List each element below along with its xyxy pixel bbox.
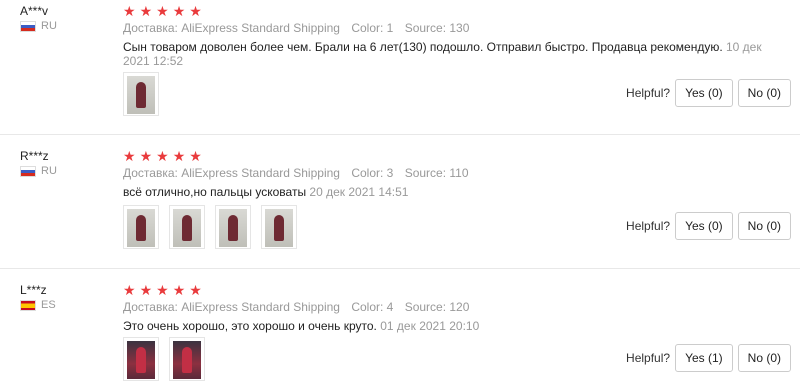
helpful-yes-button[interactable]: Yes (0) [675, 212, 733, 240]
star-icon: ★ [156, 148, 169, 164]
reviewer-name: A***v [20, 4, 49, 18]
star-icon: ★ [189, 148, 202, 164]
country-code: RU [41, 165, 57, 177]
star-icon: ★ [172, 3, 186, 19]
helpful-no-button[interactable]: No (0) [737, 344, 791, 372]
helpful-label: Helpful? [626, 219, 671, 233]
review-text-block: Это очень хорошо, это хорошо и очень кру… [123, 319, 788, 333]
reviewer-info: L***z ES [20, 283, 56, 312]
star-icon: ★ [189, 3, 202, 19]
helpful-label: Helpful? [626, 86, 671, 100]
star-icon: ★ [123, 282, 136, 298]
review-text: всё отлично,но пальцы усковаты [123, 185, 307, 199]
reviewer-info: R***z RU [20, 149, 57, 178]
star-icon: ★ [156, 282, 169, 298]
review-photo[interactable] [123, 72, 159, 116]
product-source: Source: 110 [404, 166, 469, 180]
review-meta: Доставка: AliExpress Standard Shipping C… [123, 166, 477, 180]
star-icon: ★ [172, 148, 186, 164]
review-photo[interactable] [123, 205, 159, 249]
review-item: R***z RU ★ ★ ★ ★ ★ Доставка: AliExpress Stan… [0, 134, 800, 268]
shipping-method: Доставка: AliExpress Standard Shipping [123, 166, 340, 180]
country-flag-icon [20, 166, 36, 177]
reviewer-country: ES [20, 299, 56, 312]
star-rating: ★ ★ ★ ★ ★ [123, 4, 202, 18]
country-flag-icon [20, 300, 36, 311]
review-photo[interactable] [261, 205, 297, 249]
review-photos [123, 72, 159, 116]
review-date: 01 дек 2021 20:10 [380, 319, 480, 333]
reviewer-name: R***z [20, 149, 49, 163]
review-item: L***z ES ★ ★ ★ ★ ★ Доставка: AliExpress Stan… [0, 268, 800, 381]
star-icon: ★ [139, 3, 153, 19]
country-code: ES [41, 299, 56, 311]
star-rating: ★ ★ ★ ★ ★ [123, 283, 202, 297]
review-photo[interactable] [169, 337, 205, 381]
review-photos [123, 337, 205, 381]
helpful-no-button[interactable]: No (0) [737, 212, 791, 240]
review-date: 20 дек 2021 14:51 [309, 185, 409, 199]
review-text: Это очень хорошо, это хорошо и очень кру… [123, 319, 377, 333]
product-color: Color: 3 [351, 166, 394, 180]
star-icon: ★ [139, 148, 153, 164]
review-meta: Доставка: AliExpress Standard Shipping C… [123, 21, 477, 35]
helpful-yes-button[interactable]: Yes (1) [675, 344, 733, 372]
star-icon: ★ [139, 282, 153, 298]
product-source: Source: 130 [404, 21, 470, 35]
shipping-method: Доставка: AliExpress Standard Shipping [123, 21, 340, 35]
star-icon: ★ [123, 148, 136, 164]
reviewer-country: RU [20, 20, 57, 33]
star-icon: ★ [189, 282, 202, 298]
star-icon: ★ [123, 3, 136, 19]
helpful-no-button[interactable]: No (0) [737, 79, 791, 107]
review-text: Сын товаром доволен более чем. Брали на … [123, 40, 723, 54]
review-meta: Доставка: AliExpress Standard Shipping C… [123, 300, 477, 314]
helpful-vote: Helpful? Yes (0) No (0) [626, 79, 791, 107]
star-icon: ★ [172, 282, 186, 298]
helpful-vote: Helpful? Yes (0) No (0) [626, 212, 791, 240]
review-text-block: всё отлично,но пальцы усковаты 20 дек 20… [123, 185, 788, 199]
country-flag-icon [20, 21, 36, 32]
star-rating: ★ ★ ★ ★ ★ [123, 149, 202, 163]
helpful-label: Helpful? [626, 351, 671, 365]
review-photo[interactable] [169, 205, 205, 249]
product-color: Color: 1 [351, 21, 394, 35]
shipping-method: Доставка: AliExpress Standard Shipping [123, 300, 340, 314]
product-source: Source: 120 [404, 300, 470, 314]
reviewer-name: L***z [20, 283, 47, 297]
review-photo[interactable] [215, 205, 251, 249]
reviewer-info: A***v RU [20, 4, 57, 33]
review-text-block: Сын товаром доволен более чем. Брали на … [123, 40, 788, 68]
review-photo[interactable] [123, 337, 159, 381]
product-color: Color: 4 [351, 300, 394, 314]
country-code: RU [41, 20, 57, 32]
helpful-vote: Helpful? Yes (1) No (0) [626, 344, 791, 372]
reviewer-country: RU [20, 165, 57, 178]
helpful-yes-button[interactable]: Yes (0) [675, 79, 733, 107]
review-item: A***v RU ★ ★ ★ ★ ★ Доставка: AliExpress Stan… [0, 0, 800, 134]
review-photos [123, 205, 297, 249]
star-icon: ★ [156, 3, 169, 19]
